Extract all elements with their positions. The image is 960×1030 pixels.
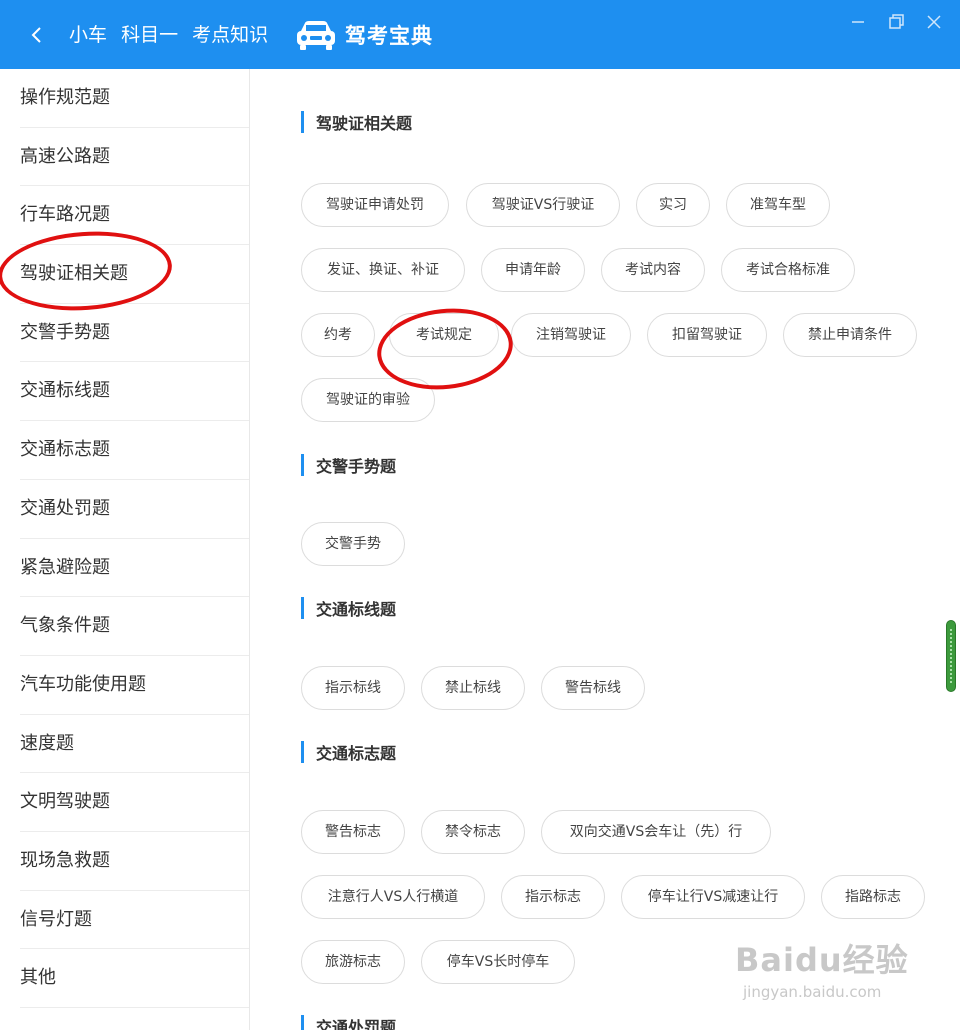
topic-chip[interactable]: 注销驾驶证 bbox=[511, 313, 631, 357]
section-title: 交通标线题 bbox=[316, 600, 397, 619]
sidebar-item-speed[interactable]: 速度题 bbox=[20, 715, 249, 774]
topic-chip[interactable]: 考试内容 bbox=[601, 248, 705, 292]
section-markings: 交通标线题 bbox=[301, 597, 396, 619]
topic-chip[interactable]: 停车VS长时停车 bbox=[421, 940, 575, 984]
topic-chip[interactable]: 警告标线 bbox=[541, 666, 645, 710]
topic-content: 驾驶证相关题 驾驶证申请处罚 驾驶证VS行驶证 实习 准驾车型 发证、换证、补证… bbox=[251, 69, 941, 1030]
sidebar-item-other[interactable]: 其他 bbox=[20, 949, 249, 1008]
topic-chip[interactable]: 指示标线 bbox=[301, 666, 405, 710]
topic-chip[interactable]: 禁止标线 bbox=[421, 666, 525, 710]
topic-chip[interactable]: 申请年龄 bbox=[481, 248, 585, 292]
minimize-button[interactable] bbox=[849, 13, 867, 31]
topic-chip[interactable]: 约考 bbox=[301, 313, 375, 357]
watermark-url: jingyan.baidu.com bbox=[743, 983, 882, 1001]
section-title: 交警手势题 bbox=[316, 457, 397, 476]
breadcrumb-subject[interactable]: 科目一 bbox=[121, 24, 178, 46]
section-title: 交通标志题 bbox=[316, 744, 397, 763]
breadcrumb-page: 考点知识 bbox=[192, 24, 269, 46]
sidebar-item-markings[interactable]: 交通标线题 bbox=[20, 362, 249, 422]
sidebar-item-first-aid[interactable]: 现场急救题 bbox=[20, 832, 249, 891]
sidebar-item-emergency[interactable]: 紧急避险题 bbox=[20, 539, 249, 598]
section-marker bbox=[301, 597, 304, 619]
topic-chip[interactable]: 考试规定 bbox=[389, 313, 499, 357]
back-arrow-icon bbox=[31, 27, 41, 43]
sidebar-item-operation[interactable]: 操作规范题 bbox=[20, 69, 249, 128]
section-signs: 交通标志题 bbox=[301, 741, 396, 763]
topic-chip[interactable]: 考试合格标准 bbox=[721, 248, 855, 292]
watermark: Baidu经验 jingyan.baidu.com bbox=[735, 935, 909, 1001]
car-logo-icon bbox=[297, 21, 335, 50]
close-button[interactable] bbox=[925, 13, 943, 31]
section-marker bbox=[301, 454, 304, 476]
sidebar-item-highway[interactable]: 高速公路题 bbox=[20, 128, 249, 187]
topic-chip[interactable]: 驾驶证VS行驶证 bbox=[466, 183, 620, 227]
section-license: 驾驶证相关题 bbox=[301, 111, 412, 133]
section-marker bbox=[301, 111, 304, 133]
section-penalties: 交通处罚题 bbox=[301, 1015, 396, 1030]
title-bar: 小车 科目一 考点知识 驾考宝典 bbox=[0, 0, 960, 69]
sidebar-item-civil-driving[interactable]: 文明驾驶题 bbox=[20, 773, 249, 832]
sidebar-item-signal-lights[interactable]: 信号灯题 bbox=[20, 891, 249, 950]
breadcrumb-vehicle[interactable]: 小车 bbox=[69, 24, 107, 46]
watermark-main: Baidu经验 bbox=[735, 941, 909, 979]
topic-chip[interactable]: 指路标志 bbox=[821, 875, 925, 919]
topic-chip[interactable]: 扣留驾驶证 bbox=[647, 313, 767, 357]
brand-name: 驾考宝典 bbox=[345, 24, 433, 48]
close-icon bbox=[927, 15, 941, 29]
section-police-gestures: 交警手势题 bbox=[301, 454, 396, 476]
sidebar-item-road-conditions[interactable]: 行车路况题 bbox=[20, 186, 249, 246]
section-title: 驾驶证相关题 bbox=[316, 114, 413, 133]
topic-chip[interactable]: 双向交通VS会车让（先）行 bbox=[541, 810, 771, 854]
sidebar-item-weather[interactable]: 气象条件题 bbox=[20, 597, 249, 656]
scrollbar-thumb[interactable] bbox=[946, 620, 956, 692]
sidebar-item-car-functions[interactable]: 汽车功能使用题 bbox=[20, 656, 249, 715]
section-title: 交通处罚题 bbox=[316, 1018, 397, 1030]
topic-chip[interactable]: 交警手势 bbox=[301, 522, 405, 566]
topic-chip[interactable]: 禁令标志 bbox=[421, 810, 525, 854]
topic-chip[interactable]: 警告标志 bbox=[301, 810, 405, 854]
topic-chip[interactable]: 驾驶证的审验 bbox=[301, 378, 435, 422]
category-sidebar: 操作规范题 高速公路题 行车路况题 驾驶证相关题 交警手势题 交通标线题 交通标… bbox=[0, 69, 250, 1030]
topic-chip[interactable]: 停车让行VS减速让行 bbox=[621, 875, 805, 919]
topic-chip[interactable]: 发证、换证、补证 bbox=[301, 248, 465, 292]
back-button[interactable] bbox=[22, 20, 50, 50]
restore-button[interactable] bbox=[887, 13, 905, 31]
restore-icon bbox=[889, 14, 904, 29]
topic-chip[interactable]: 注意行人VS人行横道 bbox=[301, 875, 485, 919]
sidebar-item-license[interactable]: 驾驶证相关题 bbox=[20, 245, 249, 304]
sidebar-item-signs[interactable]: 交通标志题 bbox=[20, 421, 249, 480]
topic-chip[interactable]: 指示标志 bbox=[501, 875, 605, 919]
topic-chip[interactable]: 准驾车型 bbox=[726, 183, 830, 227]
section-marker bbox=[301, 741, 304, 763]
sidebar-item-police-gestures[interactable]: 交警手势题 bbox=[20, 304, 249, 363]
section-marker bbox=[301, 1015, 304, 1030]
topic-chip[interactable]: 旅游标志 bbox=[301, 940, 405, 984]
topic-chip[interactable]: 禁止申请条件 bbox=[783, 313, 917, 357]
brand: 驾考宝典 bbox=[295, 17, 433, 53]
topic-chip[interactable]: 驾驶证申请处罚 bbox=[301, 183, 449, 227]
breadcrumb: 小车 科目一 考点知识 bbox=[69, 21, 276, 49]
minimize-icon bbox=[852, 21, 864, 23]
topic-chip[interactable]: 实习 bbox=[636, 183, 710, 227]
sidebar-item-penalties[interactable]: 交通处罚题 bbox=[20, 480, 249, 539]
